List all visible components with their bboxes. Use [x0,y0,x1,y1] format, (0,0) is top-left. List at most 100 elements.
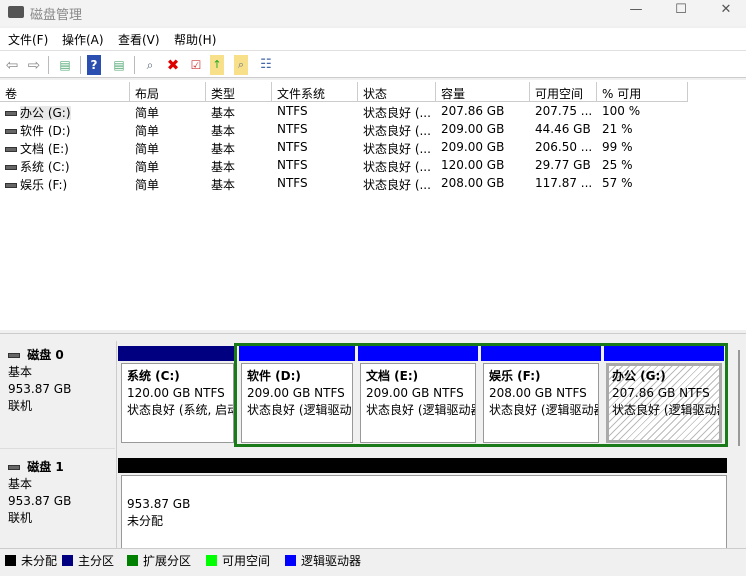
table-row[interactable]: 系统 (C:) 简单 基本 NTFS 状态良好 (... 120.00 GB 29.77 G… [0,156,700,174]
table-row[interactable]: 文档 (E:) 简单 基本 NTFS 状态良好 (... 209.00 GB 206.50 … [0,138,700,156]
cell-text: 207.75 ... [535,104,593,118]
partition-d[interactable]: 软件 (D:) 209.00 GB NTFS 状态良好 (逻辑驱动器 [241,363,353,443]
partition-f[interactable]: 娱乐 (F:) 208.00 GB NTFS 状态良好 (逻辑驱动器 [483,363,599,443]
column-header-percent-free[interactable]: % 可用 [597,82,688,102]
column-header-filesystem[interactable]: 文件系统 [272,82,358,102]
partition-size: 208.00 GB NTFS [489,386,587,400]
partition-size: 120.00 GB NTFS [127,386,225,400]
import-icon[interactable]: ↑ [210,55,224,75]
disk-name: 磁盘 0 [27,348,64,362]
cell-text: 简单 [135,106,160,120]
search-icon[interactable]: ⌕ [234,55,248,75]
cell-text: 21 % [602,122,633,136]
cell-percent-free: 21 % [597,120,688,138]
cell-status: 状态良好 (... [358,156,436,174]
cell-text: 状态良好 (... [363,124,431,138]
help-icon[interactable]: ? [87,55,101,75]
partition-name: 娱乐 (F:) [489,369,541,383]
legend-swatch [285,555,296,566]
disk-name: 磁盘 1 [27,460,64,474]
cell-layout: 简单 [130,138,206,156]
properties-icon[interactable]: ☑ [186,55,206,75]
partition-g[interactable]: 办公 (G:) 207.86 GB NTFS 状态良好 (逻辑驱动器 [606,363,722,443]
cell-text: 209.00 GB [441,140,505,154]
cell-text: 206.50 ... [535,140,593,154]
volume-icon [5,111,17,116]
partition-bar-unallocated [118,458,727,473]
cell-layout: 简单 [130,174,206,192]
table-row[interactable]: 软件 (D:) 简单 基本 NTFS 状态良好 (... 209.00 GB 44.46 G… [0,120,700,138]
disk-0-label[interactable]: 磁盘 0 基本 953.87 GB 联机 [0,341,115,449]
disk-1-label[interactable]: 磁盘 1 基本 953.87 GB 联机 [0,453,115,549]
cell-percent-free: 25 % [597,156,688,174]
disk-management-icon [8,6,24,18]
legend-label: 逻辑驱动器 [301,554,362,568]
cell-text: 简单 [135,142,160,156]
partition-name: 办公 (G:) [612,369,666,383]
partition-e[interactable]: 文档 (E:) 209.00 GB NTFS 状态良好 (逻辑驱动器 [360,363,476,443]
partition-bar-logical [239,346,355,361]
cell-capacity: 120.00 GB [436,156,530,174]
cell-percent-free: 100 % [597,102,688,120]
back-icon[interactable]: ⇦ [2,55,22,75]
menu-action[interactable]: 操作(A) [62,31,104,48]
partition-bar-logical [481,346,601,361]
legend-swatch [206,555,217,566]
delete-icon[interactable]: ✖ [163,55,183,75]
disk-status: 联机 [8,399,33,413]
disk-type: 基本 [8,365,33,379]
legend-label: 可用空间 [222,554,271,568]
action-pane-icon[interactable]: ▤ [109,55,129,75]
cell-free-space: 117.87 ... [530,174,597,192]
column-header-volume[interactable]: 卷 [0,82,130,102]
cell-filesystem: NTFS [272,138,358,156]
menu-help[interactable]: 帮助(H) [174,31,216,48]
partition-status: 状态良好 (逻辑驱动器 [366,403,476,417]
console-tree-icon[interactable]: ▤ [55,55,75,75]
legend-label: 未分配 [21,554,58,568]
column-header-layout[interactable]: 布局 [130,82,206,102]
separator [48,56,49,74]
cell-text: 基本 [211,142,236,156]
cell-text: NTFS [277,176,308,190]
cell-text: NTFS [277,104,308,118]
menu-view[interactable]: 查看(V) [118,31,160,48]
scrollbar[interactable] [738,350,740,446]
connect-disk-icon[interactable]: ⌕ [140,55,160,75]
cell-free-space: 44.46 GB [530,120,597,138]
cell-layout: 简单 [130,102,206,120]
cell-percent-free: 99 % [597,138,688,156]
cell-text: 简单 [135,124,160,138]
cell-text: 状态良好 (... [363,142,431,156]
cell-text: 简单 [135,178,160,192]
unallocated-space[interactable]: 953.87 GB 未分配 [121,475,727,549]
column-header-capacity[interactable]: 容量 [436,82,530,102]
settings-list-icon[interactable]: ☷ [256,55,276,75]
close-button[interactable]: ✕ [706,2,746,22]
table-row[interactable]: 娱乐 (F:) 简单 基本 NTFS 状态良好 (... 208.00 GB 117.87 … [0,174,700,192]
disk-icon [8,465,20,470]
partition-status: 状态良好 (逻辑驱动器 [612,403,722,417]
column-header-type[interactable]: 类型 [206,82,272,102]
cell-volume: 办公 (G:) [0,102,130,120]
minimize-button[interactable]: — [616,2,656,22]
cell-filesystem: NTFS [272,102,358,120]
cell-text: 99 % [602,140,633,154]
forward-icon[interactable]: ⇨ [24,55,44,75]
legend-item: 逻辑驱动器 [285,552,361,569]
cell-text: 25 % [602,158,633,172]
column-header-status[interactable]: 状态 [358,82,436,102]
unallocated-status: 未分配 [127,514,164,528]
partition-status: 状态良好 (逻辑驱动器 [489,403,599,417]
legend-swatch [5,555,16,566]
partition-name: 软件 (D:) [247,369,301,383]
cell-type: 基本 [206,156,272,174]
maximize-button[interactable]: ☐ [661,2,701,22]
legend-label: 主分区 [78,554,115,568]
cell-text: 软件 (D:) [20,124,71,138]
partition-bar-logical [604,346,724,361]
column-header-free-space[interactable]: 可用空间 [530,82,597,102]
menu-file[interactable]: 文件(F) [8,31,48,48]
table-row[interactable]: 办公 (G:) 简单 基本 NTFS 状态良好 (... 207.86 GB 207.75 … [0,102,700,120]
partition-c[interactable]: 系统 (C:) 120.00 GB NTFS 状态良好 (系统, 启动 [121,363,234,443]
